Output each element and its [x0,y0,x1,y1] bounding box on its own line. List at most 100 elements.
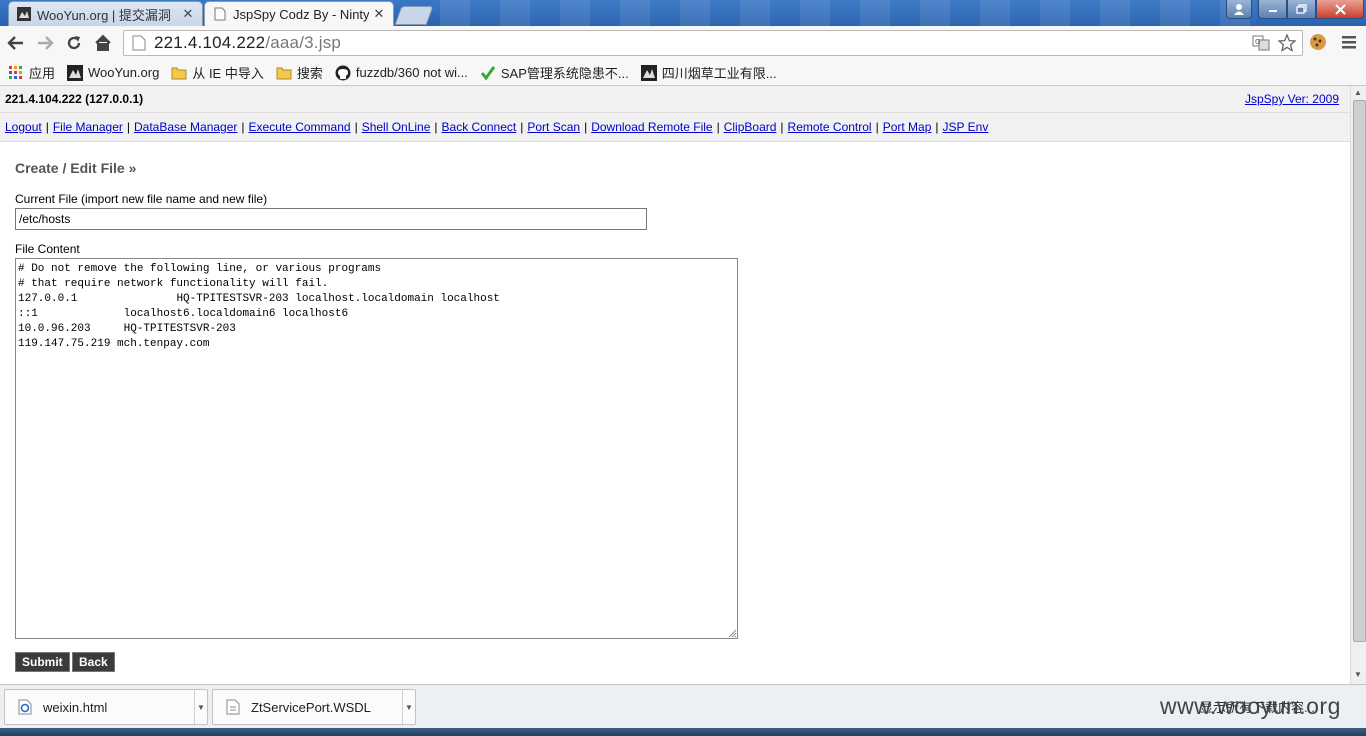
download-filename: weixin.html [43,699,108,715]
chevron-down-icon[interactable]: ▼ [402,690,415,724]
file-content-textarea[interactable]: # Do not remove the following line, or v… [15,258,738,639]
home-icon[interactable] [90,30,116,56]
bookmarks-bar: 应用 WooYun.org 从 IE 中导入 搜索 fuzzdb/360 not… [0,60,1366,86]
resize-grip-icon[interactable] [727,628,737,638]
nav-links: Logout | File Manager | DataBase Manager | … [0,113,1350,142]
tab-jspspy[interactable]: JspSpy Codz By - Ninty ✕ [204,1,394,26]
scrollbar-thumb[interactable] [1353,100,1366,642]
bookmark-label: 从 IE 中导入 [192,66,264,81]
window-frame [440,0,1256,26]
apps-grid-icon [8,65,24,81]
host-bar: 221.4.104.222 (127.0.0.1) JspSpy Ver: 20… [0,86,1350,113]
chevron-down-icon[interactable]: ▼ [194,690,207,724]
separator: | [241,120,245,134]
separator: | [935,120,939,134]
bookmark-label: WooYun.org [88,65,160,80]
user-icon[interactable] [1226,0,1252,19]
nav-link-jsp-env[interactable]: JSP Env [943,120,989,134]
nav-link-clipboard[interactable]: ClipBoard [724,120,777,134]
nav-link-file-manager[interactable]: File Manager [53,120,123,134]
bookmark-wooyun[interactable]: WooYun.org [67,64,160,81]
nav-link-back-connect[interactable]: Back Connect [442,120,517,134]
restore-button[interactable] [1287,0,1316,19]
page-title: Create / Edit File » [15,160,137,176]
scroll-down-icon[interactable]: ▼ [1354,670,1362,679]
svg-text:G: G [1255,38,1260,46]
current-file-input[interactable] [15,208,647,230]
submit-button[interactable]: Submit [15,652,70,672]
star-icon[interactable] [1278,34,1296,52]
cookie-extension-icon[interactable] [1308,32,1328,52]
page-icon [132,35,146,51]
ie-document-icon [17,698,33,716]
back-arrow-icon[interactable] [3,30,29,56]
bookmark-apps[interactable]: 应用 [8,63,55,82]
watermark: www.wooyun.org [1160,693,1341,719]
wooyun-icon [67,64,84,81]
window-controls [1226,0,1364,20]
github-icon [335,65,351,81]
nav-link-logout[interactable]: Logout [5,120,42,134]
tab-wooyun[interactable]: WooYun.org | 提交漏洞 ✕ [8,1,203,26]
file-content-label: File Content [15,242,80,256]
tab-strip: WooYun.org | 提交漏洞 ✕ JspSpy Codz By - Nin… [0,0,1366,26]
minimize-button[interactable] [1258,0,1287,19]
url-text[interactable]: 221.4.104.222/aaa/3.jsp [154,33,341,53]
download-item-ztserviceport[interactable]: ZtServicePort.WSDL ▼ [212,689,416,725]
folder-icon [171,65,187,81]
new-tab-button[interactable] [394,6,434,25]
separator: | [434,120,438,134]
separator: | [45,120,49,134]
vertical-scrollbar[interactable]: ▲ ▼ [1350,86,1366,684]
close-window-button[interactable] [1316,0,1364,19]
scroll-up-icon[interactable]: ▲ [1354,88,1362,97]
separator: | [584,120,588,134]
folder-icon [276,65,292,81]
separator: | [354,120,358,134]
page-content: 221.4.104.222 (127.0.0.1) JspSpy Ver: 20… [0,86,1350,684]
forward-arrow-icon[interactable] [32,30,58,56]
bookmark-label: SAP管理系统隐患不... [500,66,629,81]
tab-title: JspSpy Codz By - Ninty [233,6,369,22]
page-icon [213,7,227,21]
separator: | [716,120,720,134]
nav-link-port-scan[interactable]: Port Scan [527,120,580,134]
menu-icon[interactable] [1340,34,1358,50]
translate-icon[interactable]: G [1252,34,1270,52]
wooyun-icon [640,64,657,81]
bookmark-fuzzdb[interactable]: fuzzdb/360 not wi... [335,65,468,81]
omnibox-actions: G [1252,34,1296,52]
separator: | [780,120,784,134]
back-button[interactable]: Back [72,652,115,672]
bookmark-label: 搜索 [296,66,323,81]
bookmark-label: 四川烟草工业有限... [661,66,777,81]
bookmark-folder-ie-import[interactable]: 从 IE 中导入 [171,63,264,82]
bookmark-sichuan-tobacco[interactable]: 四川烟草工业有限... [640,63,777,82]
check-icon [480,65,496,81]
nav-link-shell-online[interactable]: Shell OnLine [362,120,431,134]
separator: | [126,120,130,134]
download-filename: ZtServicePort.WSDL [251,699,371,715]
bookmark-label: fuzzdb/360 not wi... [355,65,468,80]
nav-link-execute-command[interactable]: Execute Command [249,120,351,134]
nav-link-remote-control[interactable]: Remote Control [788,120,872,134]
close-tab-icon[interactable]: ✕ [373,6,385,22]
download-item-weixin[interactable]: weixin.html ▼ [4,689,208,725]
nav-link-port-map[interactable]: Port Map [883,120,932,134]
reload-icon[interactable] [61,30,87,56]
nav-link-download-remote-file[interactable]: Download Remote File [591,120,712,134]
version-link[interactable]: JspSpy Ver: 2009 [1245,92,1339,106]
address-bar[interactable]: 221.4.104.222/aaa/3.jsp G [123,30,1303,56]
current-file-label: Current File (import new file name and n… [15,192,268,206]
tab-title: WooYun.org | 提交漏洞 [37,7,171,23]
bookmark-label: 应用 [29,66,56,81]
host-info: 221.4.104.222 (127.0.0.1) [5,92,144,106]
separator: | [520,120,524,134]
close-tab-icon[interactable]: ✕ [182,6,194,22]
nav-link-database-manager[interactable]: DataBase Manager [134,120,237,134]
separator: | [875,120,879,134]
bookmark-sap[interactable]: SAP管理系统隐患不... [480,63,629,82]
taskbar [0,728,1366,736]
bookmark-folder-search[interactable]: 搜索 [276,63,323,82]
wooyun-icon [17,7,31,21]
